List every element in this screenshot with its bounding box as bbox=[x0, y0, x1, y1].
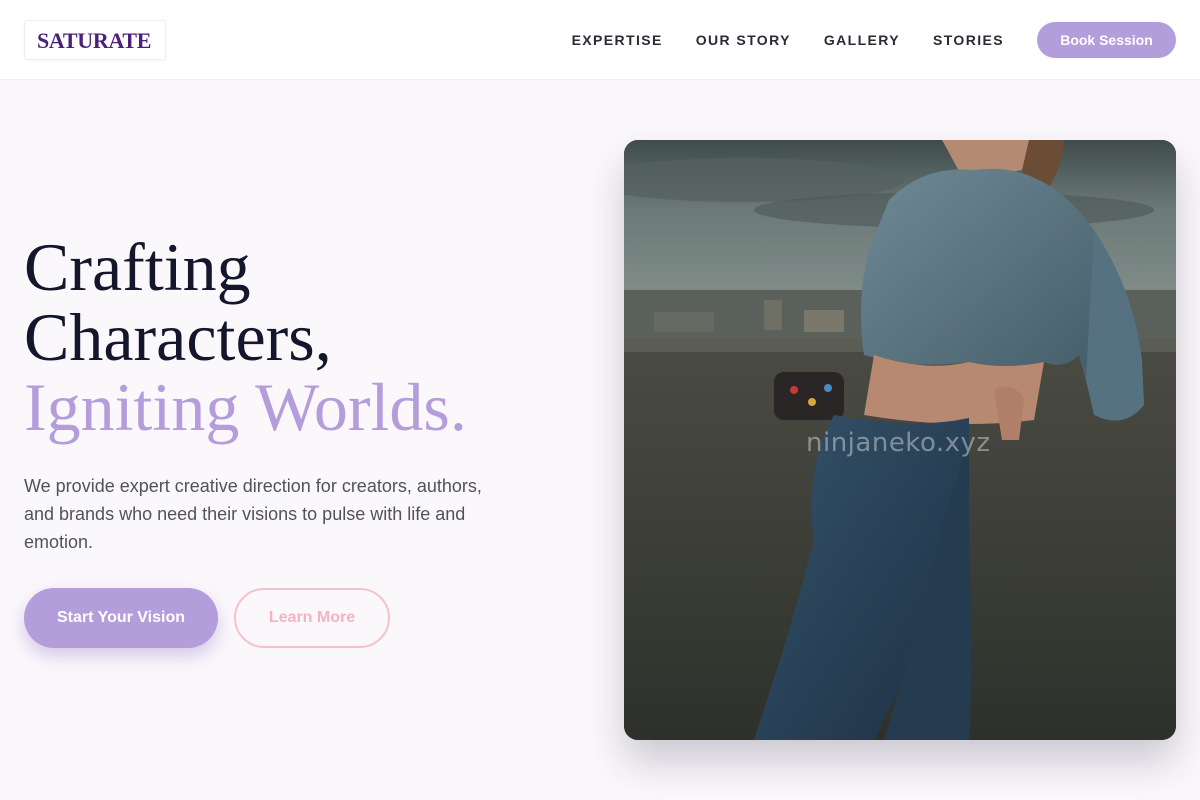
logo[interactable]: SATURATE bbox=[24, 20, 166, 60]
hero-title-line-3: Igniting Worlds. bbox=[24, 369, 467, 445]
learn-more-button[interactable]: Learn More bbox=[234, 588, 390, 648]
nav-link-our-story[interactable]: OUR STORY bbox=[696, 32, 791, 48]
hero-title-line-2: Characters, bbox=[24, 299, 332, 375]
book-session-button[interactable]: Book Session bbox=[1037, 22, 1176, 58]
site-header: SATURATE EXPERTISE OUR STORY GALLERY STO… bbox=[0, 0, 1200, 80]
hero-title: Crafting Characters, Igniting Worlds. bbox=[24, 232, 584, 442]
nav-link-expertise[interactable]: EXPERTISE bbox=[572, 32, 663, 48]
nav-link-stories[interactable]: STORIES bbox=[933, 32, 1004, 48]
start-vision-button[interactable]: Start Your Vision bbox=[24, 588, 218, 648]
hero-subtitle: We provide expert creative direction for… bbox=[24, 476, 482, 552]
hero-title-line-1: Crafting bbox=[24, 229, 251, 305]
main-nav: EXPERTISE OUR STORY GALLERY STORIES Book… bbox=[572, 22, 1176, 58]
nav-link-gallery[interactable]: GALLERY bbox=[824, 32, 900, 48]
image-watermark: ninjaneko.xyz bbox=[806, 428, 991, 458]
